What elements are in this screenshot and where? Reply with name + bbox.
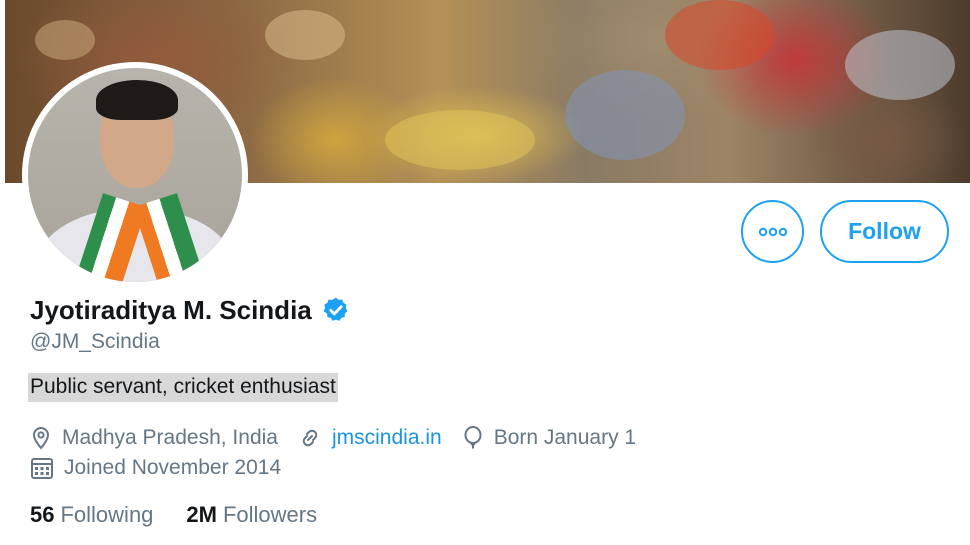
following-stat[interactable]: 56 Following — [30, 502, 153, 528]
birthday-text: Born January 1 — [493, 426, 637, 449]
avatar-hair — [96, 80, 178, 120]
link-icon — [302, 429, 318, 447]
birthday-item: Born January 1 — [462, 426, 636, 450]
following-count: 56 — [30, 502, 55, 527]
profile-stats: 56 Following 2M Followers — [30, 500, 350, 530]
avatar-photo — [28, 68, 242, 282]
profile-name-row: Jyotiraditya M. Scindia — [30, 290, 350, 330]
website-link[interactable]: jmscindia.in — [332, 426, 442, 450]
banner-crowd-detail — [565, 70, 685, 160]
balloon-icon — [464, 426, 482, 449]
following-label: Following — [60, 502, 154, 527]
followers-stat[interactable]: 2M Followers — [186, 502, 317, 528]
followers-count: 2M — [186, 502, 217, 527]
banner-crowd-detail — [385, 110, 535, 170]
profile-handle: @JM_Scindia — [30, 330, 160, 353]
display-name: Jyotiraditya M. Scindia — [30, 294, 312, 325]
profile-bio: Public servant, cricket enthusiast — [28, 373, 338, 402]
profile-avatar[interactable] — [22, 62, 248, 288]
banner-crowd-detail — [665, 0, 775, 70]
website-item: jmscindia.in — [298, 426, 442, 450]
more-options-button[interactable] — [741, 200, 804, 263]
calendar-icon — [31, 458, 53, 479]
verified-badge-icon — [323, 297, 348, 321]
banner-crowd-detail — [845, 30, 955, 100]
followers-label: Followers — [222, 502, 318, 527]
location-text: Madhya Pradesh, India — [62, 426, 278, 449]
location-item: Madhya Pradesh, India — [30, 426, 278, 450]
location-pin-icon — [32, 426, 50, 450]
profile-meta-row: Madhya Pradesh, India jmscindia.in Born … — [30, 423, 656, 453]
profile-meta-row: Joined November 2014 — [30, 453, 301, 483]
joined-text: Joined November 2014 — [64, 456, 282, 479]
more-horizontal-icon — [758, 227, 787, 236]
banner-crowd-detail — [35, 20, 95, 60]
banner-crowd-detail — [265, 10, 345, 60]
follow-button[interactable]: Follow — [820, 200, 949, 263]
joined-item: Joined November 2014 — [30, 456, 281, 480]
